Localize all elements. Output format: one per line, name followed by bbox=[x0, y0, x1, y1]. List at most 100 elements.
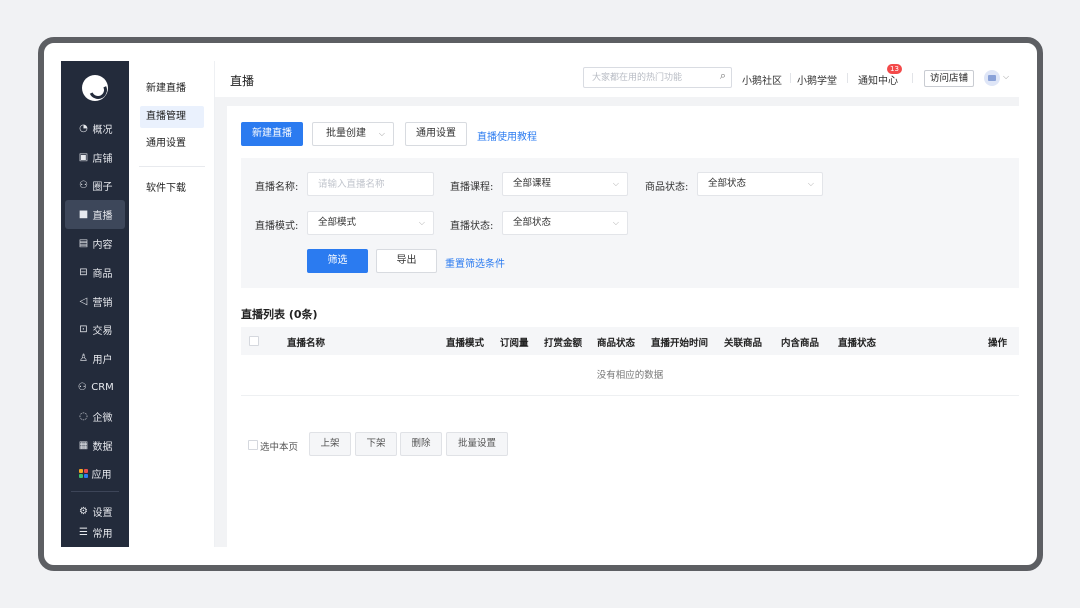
select-all-checkbox[interactable] bbox=[249, 336, 259, 346]
submenu-general-settings[interactable]: 通用设置 bbox=[140, 133, 204, 155]
overview-icon: ◔ bbox=[79, 122, 88, 134]
brand-logo-icon[interactable] bbox=[82, 75, 108, 101]
off-shelf-button[interactable]: 下架 bbox=[355, 432, 397, 456]
filter-button[interactable]: 筛选 bbox=[307, 249, 368, 273]
list-title: 直播列表 (0条) bbox=[241, 308, 318, 321]
header-separator bbox=[912, 73, 913, 83]
empty-state: 没有相应的数据 bbox=[241, 355, 1019, 396]
select-page-checkbox[interactable] bbox=[248, 440, 258, 450]
batch-create-label: 批量创建 bbox=[326, 128, 366, 139]
live-mode-value: 全部模式 bbox=[318, 217, 357, 228]
sidebar-item-crm[interactable]: ⚇ CRM bbox=[61, 373, 129, 402]
school-link[interactable]: 小鹅学堂 bbox=[797, 72, 837, 87]
sidebar-item-label: 交易 bbox=[92, 326, 113, 338]
visit-shop-button[interactable]: 访问店铺 bbox=[924, 70, 975, 87]
search-icon[interactable]: ⌕ bbox=[720, 69, 726, 83]
header-separator bbox=[847, 73, 848, 83]
chevron-down-icon: ⌵ bbox=[807, 179, 814, 188]
live-course-value: 全部课程 bbox=[513, 178, 552, 189]
page-title: 直播 bbox=[230, 74, 255, 88]
column-header: 打赏金额 bbox=[544, 338, 583, 349]
avatar[interactable] bbox=[984, 70, 1000, 86]
live-status-value: 全部状态 bbox=[513, 217, 552, 228]
gear-icon: ⚙ bbox=[79, 506, 88, 517]
select-page-label[interactable]: 选中本页 bbox=[260, 439, 298, 453]
on-shelf-button[interactable]: 上架 bbox=[309, 432, 351, 456]
column-header: 直播模式 bbox=[446, 338, 485, 349]
chevron-down-icon[interactable]: ⌵ bbox=[1003, 72, 1009, 82]
top-header: 直播 ⌕ 小鹅社区 小鹅学堂 通知中心 13 访问店铺 ⌵ bbox=[215, 61, 1019, 97]
column-header: 内含商品 bbox=[781, 338, 820, 349]
new-live-button[interactable]: 新建直播 bbox=[241, 122, 303, 146]
live-name-label: 直播名称: bbox=[255, 182, 299, 193]
apps-icon-square bbox=[83, 469, 88, 474]
live-name-input[interactable] bbox=[307, 172, 434, 196]
submenu: 新建直播 直播管理 通用设置 软件下载 bbox=[129, 61, 215, 547]
search-input[interactable] bbox=[592, 70, 710, 85]
live-status-select[interactable]: 全部状态 ⌵ bbox=[502, 211, 628, 235]
sidebar-item-label: 直播 bbox=[92, 211, 113, 223]
sidebar-item-label: CRM bbox=[91, 382, 114, 394]
apps-icon-square bbox=[78, 474, 83, 479]
batch-create-dropdown[interactable]: 批量创建 ⌵ bbox=[312, 122, 394, 146]
sidebar-item-marketing[interactable]: ◁ 营销 bbox=[61, 287, 129, 316]
column-header: 关联商品 bbox=[724, 338, 763, 349]
submenu-live-manage[interactable]: 直播管理 bbox=[140, 106, 204, 128]
shop-icon: ▣ bbox=[78, 151, 89, 163]
app-window: ◔ 概况 ▣ 店铺 ⚇ 圈子 ■ 直播 ▤ 内容 ⊟ 商品 ◁ 营销 ⊡ 交易 ♙ 用户 ⚇ CRM… bbox=[61, 61, 1019, 547]
sidebar-item-label: 概况 bbox=[92, 124, 113, 136]
sidebar-item-apps[interactable]: 应用 bbox=[61, 460, 129, 489]
community-link[interactable]: 小鹅社区 bbox=[742, 72, 782, 87]
device-frame: ◔ 概况 ▣ 店铺 ⚇ 圈子 ■ 直播 ▤ 内容 ⊟ 商品 ◁ 营销 ⊡ 交易 ♙ 用户 ⚇ CRM… bbox=[38, 37, 1043, 571]
goods-status-select[interactable]: 全部状态 ⌵ bbox=[697, 172, 823, 196]
delete-button[interactable]: 删除 bbox=[400, 432, 442, 456]
sidebar-item-label: 用户 bbox=[92, 355, 113, 367]
chevron-down-icon: ⌵ bbox=[612, 179, 619, 188]
submenu-divider bbox=[139, 166, 205, 167]
general-settings-button[interactable]: 通用设置 bbox=[405, 122, 467, 146]
tutorial-link[interactable]: 直播使用教程 bbox=[477, 128, 537, 143]
sidebar-item-goods[interactable]: ⊟ 商品 bbox=[61, 258, 129, 287]
chevron-down-icon: ⌵ bbox=[378, 129, 385, 138]
submenu-new-live[interactable]: 新建直播 bbox=[140, 78, 204, 100]
live-mode-select[interactable]: 全部模式 ⌵ bbox=[307, 211, 434, 235]
batch-settings-button[interactable]: 批量设置 bbox=[446, 432, 508, 456]
user-icon: ♙ bbox=[79, 353, 88, 365]
sidebar-item-label: 应用 bbox=[91, 470, 112, 482]
chevron-down-icon: ⌵ bbox=[612, 218, 619, 227]
column-header: 商品状态 bbox=[597, 338, 636, 349]
sidebar-item-label: 圈子 bbox=[92, 182, 113, 194]
filter-panel: 直播名称: 直播课程: 全部课程 ⌵ 商品状态: 全部状态 ⌵ 直播模式: 全部模式… bbox=[241, 158, 1019, 288]
content-icon: ▤ bbox=[78, 238, 89, 250]
search-box: ⌕ bbox=[583, 67, 732, 88]
sidebar-item-users[interactable]: ♙ 用户 bbox=[61, 344, 129, 373]
goods-status-value: 全部状态 bbox=[708, 178, 747, 189]
sidebar-item-overview[interactable]: ◔ 概况 bbox=[61, 114, 129, 143]
sidebar-item-label: 内容 bbox=[92, 240, 113, 252]
live-mode-label: 直播模式: bbox=[255, 221, 299, 232]
apps-icon-square bbox=[78, 469, 83, 474]
sidebar-item-circle[interactable]: ⚇ 圈子 bbox=[61, 172, 129, 201]
sidebar-divider bbox=[71, 491, 119, 492]
sidebar-item-content[interactable]: ▤ 内容 bbox=[61, 229, 129, 258]
sidebar-item-shop[interactable]: ▣ 店铺 bbox=[61, 143, 129, 172]
reset-filters-link[interactable]: 重置筛选条件 bbox=[445, 255, 505, 270]
live-course-select[interactable]: 全部课程 ⌵ bbox=[502, 172, 628, 196]
export-button[interactable]: 导出 bbox=[376, 249, 437, 273]
sidebar-bottom: ⚙ 设置 ☰ 常用 bbox=[61, 501, 129, 543]
sidebar-item-wecom[interactable]: ◌ 企微 bbox=[61, 402, 129, 431]
notification-center-link[interactable]: 通知中心 bbox=[858, 72, 898, 87]
sidebar-item-settings[interactable]: ⚙ 设置 bbox=[61, 501, 129, 522]
sidebar-item-live[interactable]: ■ 直播 bbox=[65, 200, 125, 230]
trade-icon: ⊡ bbox=[79, 324, 88, 336]
goods-icon: ⊟ bbox=[79, 266, 88, 278]
column-header: 直播开始时间 bbox=[651, 338, 709, 349]
list-icon: ☰ bbox=[79, 527, 88, 538]
sidebar-item-data[interactable]: ▦ 数据 bbox=[61, 431, 129, 460]
submenu-software-download[interactable]: 软件下载 bbox=[140, 178, 204, 200]
sidebar-item-common[interactable]: ☰ 常用 bbox=[61, 522, 129, 543]
column-header: 直播名称 bbox=[287, 338, 326, 349]
live-icon: ■ bbox=[78, 209, 89, 221]
crm-icon: ⚇ bbox=[77, 382, 87, 394]
sidebar-item-trade[interactable]: ⊡ 交易 bbox=[61, 316, 129, 345]
